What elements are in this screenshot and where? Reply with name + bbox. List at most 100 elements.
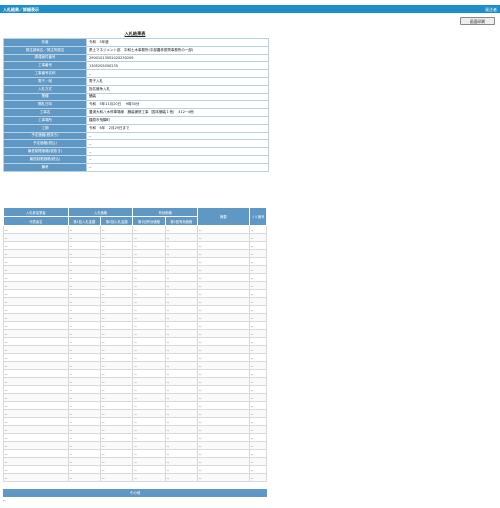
table-cell: -- bbox=[99, 425, 134, 434]
table-cell: -- bbox=[67, 289, 102, 298]
info-row: 業種 舗装 bbox=[3, 92, 269, 102]
info-row: 発注部局名／発注所属名 県土マネジメント部 中和土木事務所(中部農林振興事務所の一… bbox=[3, 45, 269, 55]
table-row: -- -- -- -- -- -- -- bbox=[3, 449, 268, 458]
info-key: 開札日時 bbox=[3, 100, 87, 110]
table-cell: -- bbox=[132, 401, 166, 410]
table-cell: -- bbox=[99, 233, 134, 242]
table-cell: -- bbox=[67, 393, 102, 402]
table-row: -- -- -- -- -- -- -- bbox=[3, 297, 268, 306]
table-cell: -- bbox=[99, 465, 134, 474]
info-row: 工事名 豊浦大和八木停車場線 舗装補修工事（国本舗装１他） 412−4他 bbox=[3, 108, 269, 117]
table-cell: -- bbox=[248, 273, 268, 282]
table-cell: -- bbox=[164, 377, 198, 386]
table-cell: -- bbox=[67, 441, 102, 450]
info-key: 工事場所 bbox=[3, 115, 87, 125]
table-cell: -- bbox=[99, 457, 134, 466]
info-key: 工事番号名称 bbox=[3, 69, 87, 78]
table-cell: -- bbox=[99, 337, 134, 346]
table-cell: -- bbox=[99, 385, 134, 394]
table-cell: -- bbox=[67, 281, 102, 290]
table-cell: -- bbox=[99, 417, 134, 426]
table-cell: -- bbox=[3, 417, 69, 426]
table-cell: -- bbox=[3, 313, 69, 322]
table-cell: -- bbox=[164, 457, 198, 466]
col-bid-round2: 第2回入札金額 bbox=[99, 216, 134, 226]
table-row: -- -- -- -- -- -- -- bbox=[3, 401, 268, 410]
table-cell: -- bbox=[248, 377, 268, 386]
table-cell: -- bbox=[67, 257, 102, 266]
table-cell: -- bbox=[196, 313, 250, 322]
table-cell: -- bbox=[99, 273, 134, 282]
info-key: 調達案件番号 bbox=[3, 53, 87, 63]
table-cell: -- bbox=[67, 297, 102, 306]
table-row: -- -- -- -- -- -- -- bbox=[3, 441, 268, 450]
table-cell: -- bbox=[248, 441, 268, 450]
table-cell: -- bbox=[248, 313, 268, 322]
table-cell: -- bbox=[67, 337, 102, 346]
table-cell: -- bbox=[3, 345, 69, 354]
table-cell: -- bbox=[164, 425, 198, 434]
print-button[interactable]: 画面印刷 bbox=[460, 17, 495, 25]
table-cell: -- bbox=[132, 425, 166, 434]
info-value: -- bbox=[86, 69, 269, 78]
info-row: 調達案件番号 29001013052020230209 bbox=[3, 53, 269, 63]
table-cell: -- bbox=[196, 265, 250, 274]
table-cell: -- bbox=[132, 385, 166, 394]
table-cell: -- bbox=[3, 233, 69, 242]
table-row: -- -- -- -- -- -- -- bbox=[3, 473, 268, 482]
info-row: 工事番号 1305205050235 bbox=[3, 61, 269, 71]
table-cell: -- bbox=[196, 353, 250, 362]
info-key: 予定価格(税込) bbox=[3, 139, 87, 149]
table-cell: -- bbox=[3, 257, 69, 266]
table-cell: -- bbox=[196, 241, 250, 250]
table-cell: -- bbox=[3, 433, 69, 442]
info-key: 年度 bbox=[3, 38, 87, 47]
table-row: -- -- -- -- -- -- -- bbox=[3, 241, 268, 250]
table-cell: -- bbox=[132, 449, 166, 458]
table-row: -- -- -- -- -- -- -- bbox=[3, 305, 268, 314]
info-key: 最低制限価格(税込) bbox=[3, 154, 87, 164]
table-row: -- -- -- -- -- -- -- bbox=[3, 345, 268, 354]
table-row: -- -- -- -- -- -- -- bbox=[3, 337, 268, 346]
table-cell: -- bbox=[248, 329, 268, 338]
table-cell: -- bbox=[132, 225, 166, 234]
info-row: 開札日時 令和 5年11月20日 9時30分 bbox=[3, 100, 269, 110]
table-cell: -- bbox=[164, 313, 198, 322]
table-cell: -- bbox=[248, 425, 268, 434]
info-key: 入札方式 bbox=[3, 84, 87, 94]
table-cell: -- bbox=[3, 225, 69, 234]
table-cell: -- bbox=[196, 441, 250, 450]
table-cell: -- bbox=[67, 265, 102, 274]
table-cell: -- bbox=[196, 289, 250, 298]
table-cell: -- bbox=[99, 377, 134, 386]
table-cell: -- bbox=[196, 457, 250, 466]
table-cell: -- bbox=[99, 409, 134, 418]
table-cell: -- bbox=[3, 393, 69, 402]
table-cell: -- bbox=[248, 409, 268, 418]
table-cell: -- bbox=[248, 385, 268, 394]
table-cell: -- bbox=[196, 393, 250, 402]
table-cell: -- bbox=[132, 281, 166, 290]
table-row: -- -- -- -- -- -- -- bbox=[3, 369, 268, 378]
table-cell: -- bbox=[132, 305, 166, 314]
table-cell: -- bbox=[67, 409, 102, 418]
info-value: 舗装 bbox=[86, 92, 269, 102]
table-cell: -- bbox=[67, 385, 102, 394]
table-cell: -- bbox=[132, 433, 166, 442]
table-cell: -- bbox=[3, 377, 69, 386]
table-cell: -- bbox=[248, 473, 268, 482]
table-cell: -- bbox=[3, 321, 69, 330]
table-cell: -- bbox=[196, 449, 250, 458]
table-cell: -- bbox=[67, 313, 102, 322]
table-cell: -- bbox=[164, 417, 198, 426]
title-bar: 入札結果／詳細表示 発注者 bbox=[0, 5, 500, 13]
table-cell: -- bbox=[164, 225, 198, 234]
table-cell: -- bbox=[164, 273, 198, 282]
info-key: 発注部局名／発注所属名 bbox=[3, 45, 87, 55]
table-cell: -- bbox=[3, 297, 69, 306]
table-cell: -- bbox=[132, 249, 166, 258]
table-cell: -- bbox=[248, 457, 268, 466]
table-cell: -- bbox=[248, 417, 268, 426]
table-cell: -- bbox=[164, 297, 198, 306]
table-cell: -- bbox=[248, 393, 268, 402]
